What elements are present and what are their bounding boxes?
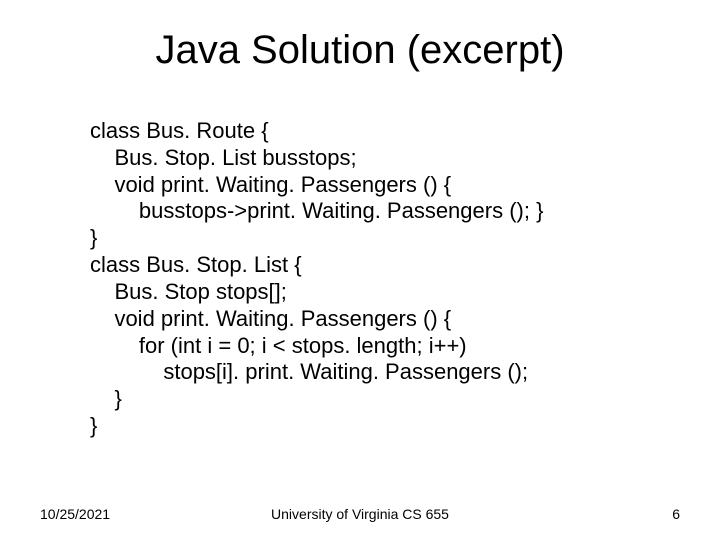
slide-title: Java Solution (excerpt) — [0, 28, 720, 73]
footer-page-number: 6 — [672, 506, 680, 522]
slide: Java Solution (excerpt) class Bus. Route… — [0, 0, 720, 540]
code-excerpt: class Bus. Route { Bus. Stop. List busst… — [90, 118, 660, 440]
footer-source: University of Virginia CS 655 — [0, 506, 720, 522]
